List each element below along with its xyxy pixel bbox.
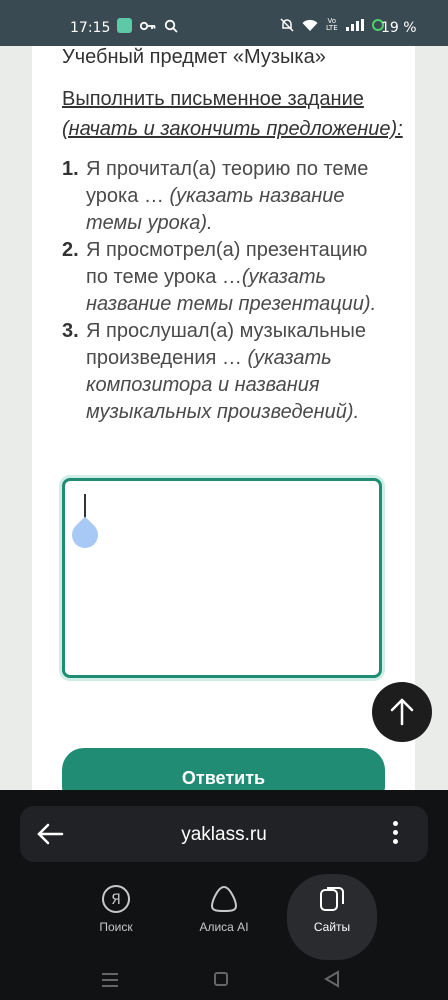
clock: 17:15 (70, 20, 111, 36)
scroll-to-top-button[interactable] (372, 682, 432, 742)
tab-label: Поиск (99, 920, 133, 934)
browser-bottom-panel: yaklass.ru Я Поиск Алиса AI Сайты (0, 790, 448, 1000)
system-nav-bar (0, 960, 448, 1000)
step-number: 1. (62, 158, 79, 180)
task-card: Учебный предмет «Музыка» Выполнить письм… (32, 46, 415, 790)
arrow-up-icon (390, 698, 414, 726)
task-step: 1. Я прочитал(а) теорию по теме урока … … (62, 156, 392, 237)
app-notification-icon (117, 18, 132, 33)
wifi-icon (302, 19, 318, 31)
search-icon (164, 19, 178, 33)
volte-indicator: Vo LTE (326, 17, 338, 32)
status-bar: 17:15 Vo LTE 19 % (0, 0, 448, 46)
battery-percent: 19 % (381, 20, 417, 36)
task-hint: (начать и закончить предложение): (62, 118, 403, 140)
url-text[interactable]: yaklass.ru (20, 824, 428, 846)
recent-apps-icon[interactable] (102, 973, 118, 991)
subject-title: Учебный предмет «Музыка» (62, 46, 326, 68)
tab-sites[interactable]: Сайты (287, 874, 377, 960)
nav-back-icon[interactable] (324, 970, 340, 988)
step-number: 2. (62, 239, 79, 261)
yandex-search-icon: Я (102, 885, 130, 913)
mute-icon (280, 18, 294, 32)
address-bar[interactable]: yaklass.ru (20, 806, 428, 862)
home-icon[interactable] (214, 972, 228, 986)
svg-text:Я: Я (111, 892, 121, 908)
task-step: 3. Я прослушал(а) музыкальные произведен… (62, 318, 392, 426)
step-number: 3. (62, 320, 79, 342)
task-step: 2. Я просмотрел(а) презентацию по теме у… (62, 237, 392, 318)
task-steps: 1. Я прочитал(а) теорию по теме урока … … (62, 156, 392, 426)
sites-icon (320, 887, 344, 911)
alice-icon (210, 885, 238, 912)
task-title: Выполнить письменное задание (62, 88, 364, 110)
more-menu-icon[interactable] (390, 818, 400, 850)
tab-alice[interactable]: Алиса AI (179, 874, 269, 960)
submit-button[interactable]: Ответить (62, 748, 385, 790)
browser-tabs: Я Поиск Алиса AI Сайты (0, 874, 448, 960)
key-icon (140, 21, 156, 30)
tab-label: Алиса AI (199, 920, 249, 934)
tab-label: Сайты (313, 920, 351, 934)
signal-icon (345, 19, 364, 31)
answer-textarea[interactable] (62, 478, 382, 678)
tab-search[interactable]: Я Поиск (71, 874, 161, 960)
